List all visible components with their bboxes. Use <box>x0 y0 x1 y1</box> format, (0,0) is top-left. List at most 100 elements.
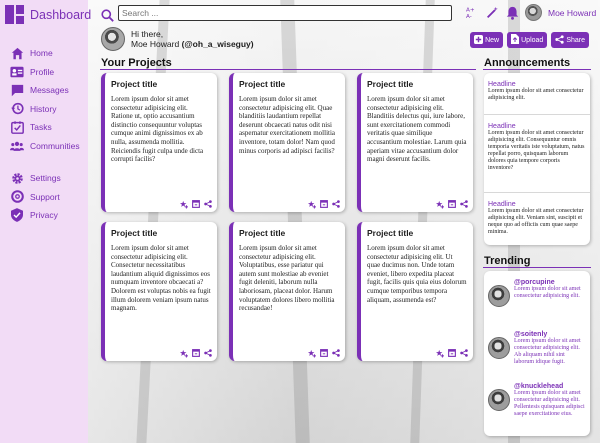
star-plus-icon[interactable] <box>308 200 316 208</box>
history-icon <box>10 102 24 116</box>
app-title: Dashboard <box>30 7 92 22</box>
trending-divider <box>483 267 591 268</box>
greeting: Hi there, Moe Howard (@oh_a_wiseguy) <box>101 27 254 51</box>
share-icon[interactable] <box>460 200 468 208</box>
sidebar-item-communities[interactable]: Communities <box>10 137 88 156</box>
gear-icon <box>10 171 24 185</box>
sidebar-item-privacy[interactable]: Privacy <box>10 206 88 225</box>
announcement-item[interactable]: Headline Lorem ipsum dolor sit amet cons… <box>484 73 590 115</box>
project-description: Lorem ipsum dolor sit amet consectetur a… <box>111 244 211 313</box>
search-icon[interactable] <box>101 7 114 22</box>
sidebar-item-label: Tasks <box>30 122 52 133</box>
window-icon[interactable] <box>192 349 200 357</box>
sidebar-item-history[interactable]: History <box>10 100 88 119</box>
project-title: Project title <box>239 79 286 89</box>
announcements-heading: Announcements <box>484 57 571 69</box>
sidebar-item-tasks[interactable]: Tasks <box>10 118 88 137</box>
trending-item[interactable]: @knucklehead Lorem ipsum dolor sit amet … <box>484 375 590 427</box>
trending-panel: @porcupine Lorem ipsum dolor sit amet co… <box>484 271 590 436</box>
sidebar-bottom-nav: Settings Support Privacy <box>10 169 88 225</box>
trending-item[interactable]: @soitenly Lorem ipsum dolor sit amet con… <box>484 323 590 375</box>
share-icon[interactable] <box>460 349 468 357</box>
greeting-name: Moe Howard <box>131 39 180 49</box>
window-icon[interactable] <box>192 200 200 208</box>
avatar <box>488 389 510 411</box>
window-icon[interactable] <box>448 200 456 208</box>
sidebar: Dashboard Home Profile Messages History <box>0 0 91 443</box>
dashboard-logo-icon <box>5 5 24 24</box>
share-icon[interactable] <box>204 200 212 208</box>
sidebar-item-label: History <box>30 103 57 114</box>
sidebar-item-label: Support <box>30 191 60 202</box>
trending-user[interactable]: @porcupine <box>514 279 586 286</box>
search-input[interactable] <box>118 5 452 21</box>
project-description: Lorem ipsum dolor sit amet consectetur a… <box>111 95 204 164</box>
trending-user[interactable]: @knucklehead <box>514 383 586 390</box>
upload-icon <box>511 34 520 46</box>
text-size-icon[interactable]: A+ A- <box>465 6 479 20</box>
sidebar-item-home[interactable]: Home <box>10 44 88 63</box>
plus-icon <box>474 34 484 46</box>
brand[interactable]: Dashboard <box>5 5 91 24</box>
id-card-icon <box>10 65 24 79</box>
bell-icon[interactable] <box>505 6 519 20</box>
share-icon[interactable] <box>332 200 340 208</box>
announcement-item[interactable]: Headline Lorem ipsum dolor sit amet cons… <box>484 193 590 245</box>
project-title: Project title <box>367 79 414 89</box>
magic-wand-icon[interactable] <box>485 6 499 20</box>
window-icon[interactable] <box>448 349 456 357</box>
star-plus-icon[interactable] <box>436 200 444 208</box>
upload-button[interactable]: Upload <box>507 32 548 48</box>
share-icon[interactable] <box>204 349 212 357</box>
sidebar-item-support[interactable]: Support <box>10 188 88 207</box>
project-card-actions <box>180 349 212 357</box>
project-card[interactable]: Project title Lorem ipsum dolor sit amet… <box>101 222 217 361</box>
shield-icon <box>10 208 24 223</box>
announcements-panel: Headline Lorem ipsum dolor sit amet cons… <box>484 73 590 245</box>
home-icon <box>10 46 24 60</box>
project-description: Lorem ipsum dolor sit amet consectetur a… <box>367 244 467 304</box>
trending-item[interactable]: @porcupine Lorem ipsum dolor sit amet co… <box>484 271 590 323</box>
share-icon[interactable] <box>332 349 340 357</box>
svg-text:A+: A+ <box>466 8 475 14</box>
svg-text:A-: A- <box>466 14 472 19</box>
star-plus-icon[interactable] <box>180 349 188 357</box>
new-button-label: New <box>485 36 500 44</box>
sidebar-item-messages[interactable]: Messages <box>10 81 88 100</box>
announcements-divider <box>483 69 591 70</box>
project-card[interactable]: Project title Lorem ipsum dolor sit amet… <box>101 73 217 212</box>
trending-body: @soitenly Lorem ipsum dolor sit amet con… <box>514 331 586 373</box>
search-bar <box>101 5 452 22</box>
new-button[interactable]: New <box>470 32 504 48</box>
checklist-icon <box>10 120 24 134</box>
project-card[interactable]: Project title Lorem ipsum dolor sit amet… <box>229 73 345 212</box>
share-button[interactable]: Share <box>551 32 589 48</box>
announcement-text: Lorem ipsum dolor sit amet consectetur a… <box>488 88 584 101</box>
window-icon[interactable] <box>320 200 328 208</box>
trending-heading: Trending <box>484 255 531 267</box>
sidebar-item-settings[interactable]: Settings <box>10 169 88 188</box>
window-icon[interactable] <box>320 349 328 357</box>
project-card[interactable]: Project title Lorem ipsum dolor sit amet… <box>229 222 345 361</box>
announcement-item[interactable]: Headline Lorem ipsum dolor sit amet cons… <box>484 115 590 193</box>
project-description: Lorem ipsum dolor sit amet consectetur a… <box>239 95 336 155</box>
trending-user[interactable]: @soitenly <box>514 331 586 338</box>
project-card[interactable]: Project title Lorem ipsum dolor sit amet… <box>357 73 473 212</box>
project-card-actions <box>180 200 212 208</box>
project-card[interactable]: Project title Lorem ipsum dolor sit amet… <box>357 222 473 361</box>
star-plus-icon[interactable] <box>436 349 444 357</box>
star-plus-icon[interactable] <box>180 200 188 208</box>
header-user-name[interactable]: Moe Howard <box>548 8 596 18</box>
announcement-text: Lorem ipsum dolor sit amet consectetur a… <box>488 130 585 171</box>
people-icon <box>10 139 24 153</box>
header-toolbar: A+ A- Moe Howard <box>465 4 596 21</box>
project-title: Project title <box>367 228 414 238</box>
avatar[interactable] <box>525 4 542 21</box>
announcement-text: Lorem ipsum dolor sit amet consectetur a… <box>488 208 584 235</box>
share-icon <box>555 34 564 46</box>
star-plus-icon[interactable] <box>308 349 316 357</box>
upload-button-label: Upload <box>521 36 544 44</box>
chat-icon <box>10 83 24 97</box>
sidebar-item-profile[interactable]: Profile <box>10 63 88 82</box>
projects-divider <box>100 69 476 70</box>
